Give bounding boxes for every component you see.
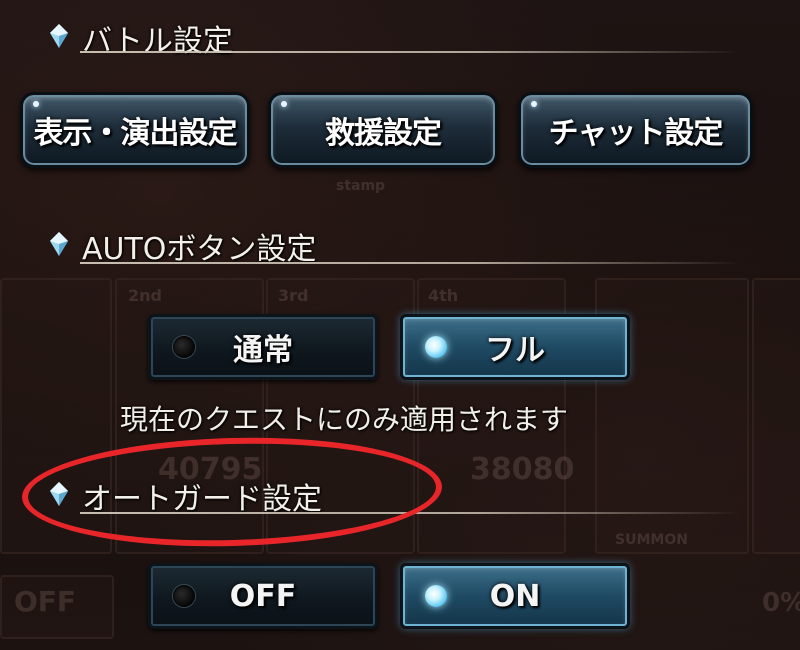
button-label: 救援設定 [325, 116, 442, 151]
battle-settings-header: バトル設定 [50, 16, 740, 59]
option-label: ON [489, 578, 541, 614]
chat-settings-button[interactable]: チャット設定 [518, 92, 753, 168]
auto-button-settings-header: AUTOボタン設定 [50, 224, 740, 267]
radio-off-icon [173, 585, 195, 607]
auto-normal-option[interactable]: 通常 [148, 314, 378, 380]
background-text: stamp [336, 178, 386, 194]
option-label: フル [485, 333, 545, 368]
option-label: 通常 [233, 333, 293, 368]
auto-guard-on-option[interactable]: ON [400, 563, 630, 629]
radio-off-icon [173, 336, 195, 358]
button-label: チャット設定 [548, 116, 724, 151]
auto-full-option[interactable]: フル [400, 314, 630, 380]
option-label: OFF [229, 578, 297, 614]
background-text: 4th [428, 286, 459, 305]
rescue-settings-button[interactable]: 救援設定 [268, 92, 498, 168]
gem-icon [50, 24, 68, 48]
background-card [752, 278, 800, 554]
header-divider [80, 51, 740, 53]
display-effects-settings-button[interactable]: 表示・演出設定 [20, 92, 250, 168]
settings-panel: 2nd 3rd 4th 40795 38080 SUMMON OFF 0% st… [0, 0, 800, 650]
radio-on-icon [425, 336, 447, 358]
auto-note: 現在のクエストにのみ適用されます [120, 403, 569, 436]
section-title: バトル設定 [82, 24, 233, 59]
radio-on-icon [425, 585, 447, 607]
auto-guard-off-option[interactable]: OFF [148, 563, 378, 629]
button-label: 表示・演出設定 [33, 116, 238, 151]
background-text: 2nd [128, 286, 162, 305]
header-divider [80, 262, 740, 264]
background-text: 0% [762, 588, 800, 618]
background-text: OFF [14, 585, 77, 618]
gem-icon [50, 232, 68, 256]
background-text: SUMMON [615, 532, 688, 548]
background-text: 3rd [278, 286, 309, 305]
